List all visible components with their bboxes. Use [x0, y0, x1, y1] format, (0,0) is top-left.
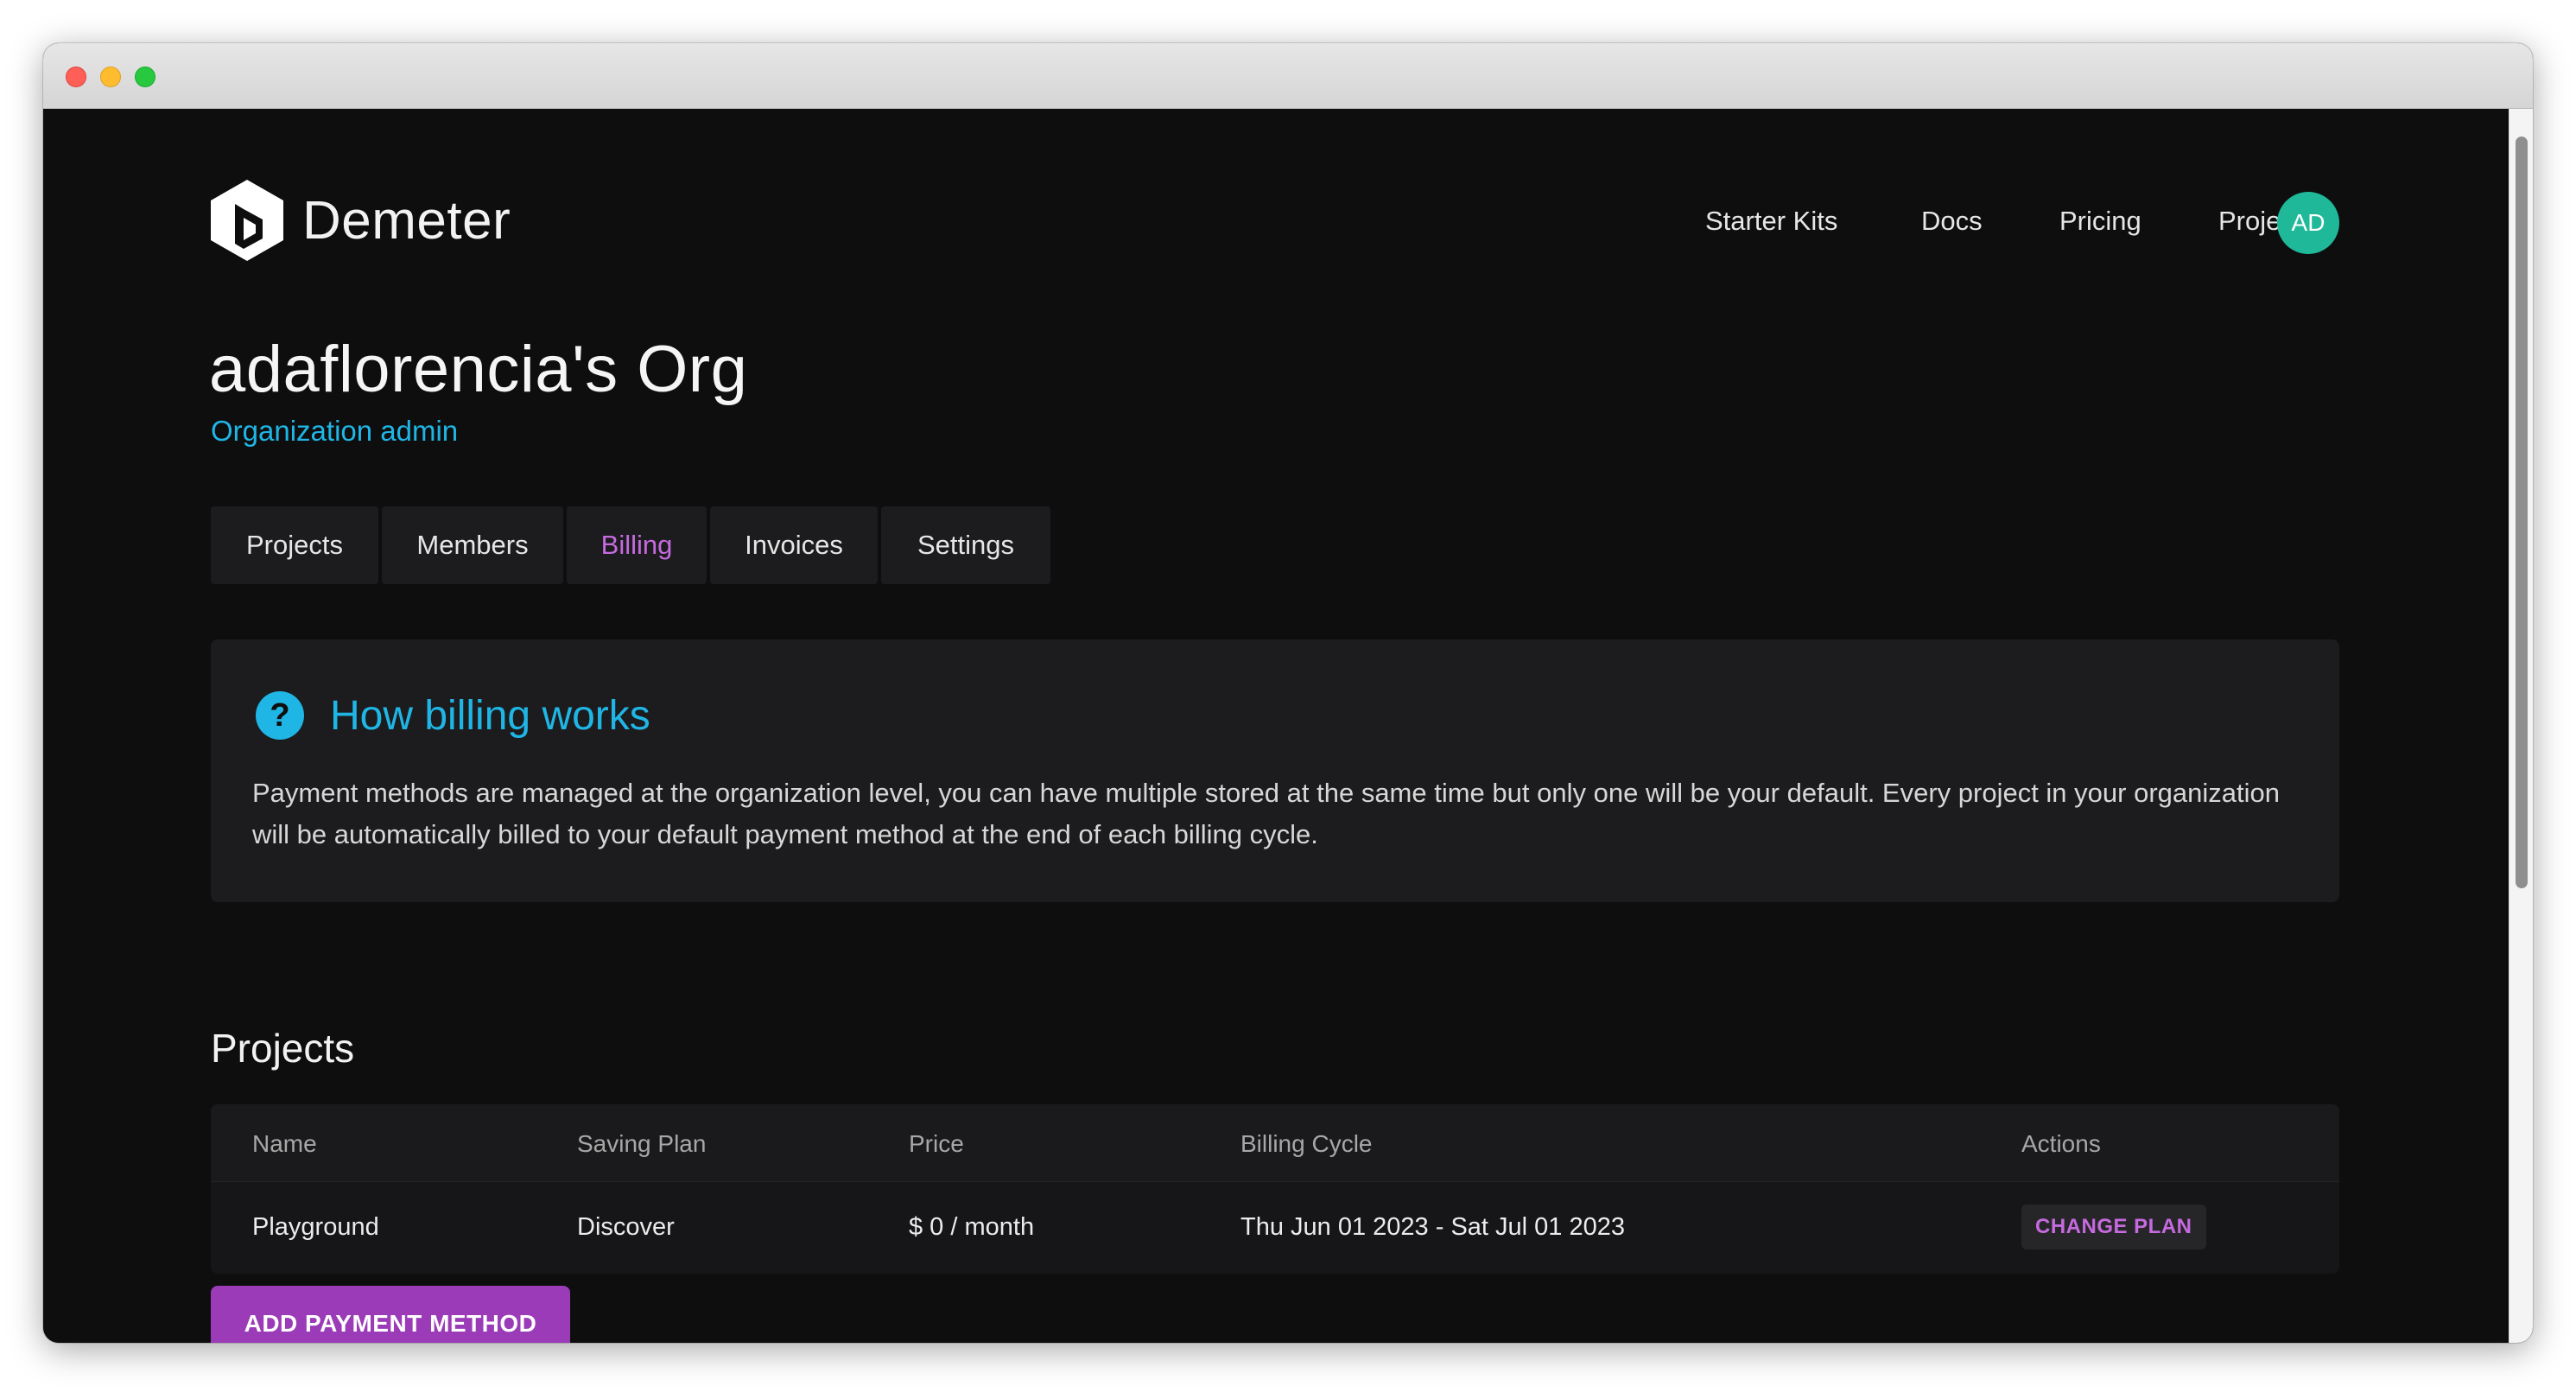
avatar[interactable]: AD: [2277, 192, 2339, 254]
project-plan: Discover: [577, 1213, 675, 1241]
column-price: Price: [909, 1130, 964, 1157]
help-icon: ?: [256, 691, 304, 740]
brand-name: Demeter: [302, 190, 511, 251]
window-titlebar: [43, 43, 2533, 109]
nav-docs[interactable]: Docs: [1921, 206, 1983, 237]
change-plan-button[interactable]: CHANGE PLAN: [2021, 1205, 2206, 1249]
demeter-logo-icon: [211, 180, 283, 261]
scrollbar-thumb[interactable]: [2516, 137, 2528, 888]
maximize-window-button[interactable]: [135, 67, 155, 87]
billing-info-card: ? How billing works Payment methods are …: [211, 639, 2339, 902]
billing-info-title: How billing works: [330, 692, 650, 739]
tab-settings[interactable]: Settings: [881, 506, 1050, 584]
add-payment-method-button[interactable]: ADD PAYMENT METHOD: [211, 1286, 570, 1343]
project-name: Playground: [252, 1213, 379, 1241]
tab-invoices[interactable]: Invoices: [710, 506, 878, 584]
projects-table: Name Saving Plan Price Billing Cycle Act…: [211, 1104, 2339, 1274]
column-billing-cycle: Billing Cycle: [1240, 1130, 1373, 1157]
projects-section-title: Projects: [211, 1026, 355, 1071]
billing-info-text: Payment methods are managed at the organ…: [252, 778, 2280, 849]
column-name: Name: [252, 1130, 317, 1157]
org-role-label: Organization admin: [211, 415, 459, 447]
page-title: adaflorencia's Org: [209, 333, 748, 406]
project-price: $ 0 / month: [909, 1213, 1035, 1241]
billing-info-header: ? How billing works: [256, 691, 650, 740]
table-header: Name Saving Plan Price Billing Cycle Act…: [211, 1104, 2339, 1182]
column-actions: Actions: [2021, 1130, 2101, 1157]
scrollbar[interactable]: [2509, 109, 2533, 1343]
close-window-button[interactable]: [66, 67, 86, 87]
tab-projects[interactable]: Projects: [211, 506, 378, 584]
tab-billing[interactable]: Billing: [567, 506, 707, 584]
project-billing-cycle: Thu Jun 01 2023 - Sat Jul 01 2023: [1240, 1213, 1625, 1241]
org-tabs: Projects Members Billing Invoices Settin…: [211, 506, 1050, 584]
nav-starter-kits[interactable]: Starter Kits: [1705, 206, 1837, 237]
column-saving-plan: Saving Plan: [577, 1130, 707, 1157]
tab-members[interactable]: Members: [382, 506, 563, 584]
browser-window: Demeter Starter Kits Docs Pricing Projec…: [43, 43, 2533, 1343]
brand-logo[interactable]: Demeter: [209, 178, 511, 263]
page-content: Demeter Starter Kits Docs Pricing Projec…: [43, 109, 2509, 1343]
minimize-window-button[interactable]: [100, 67, 121, 87]
nav-pricing[interactable]: Pricing: [2059, 206, 2141, 237]
